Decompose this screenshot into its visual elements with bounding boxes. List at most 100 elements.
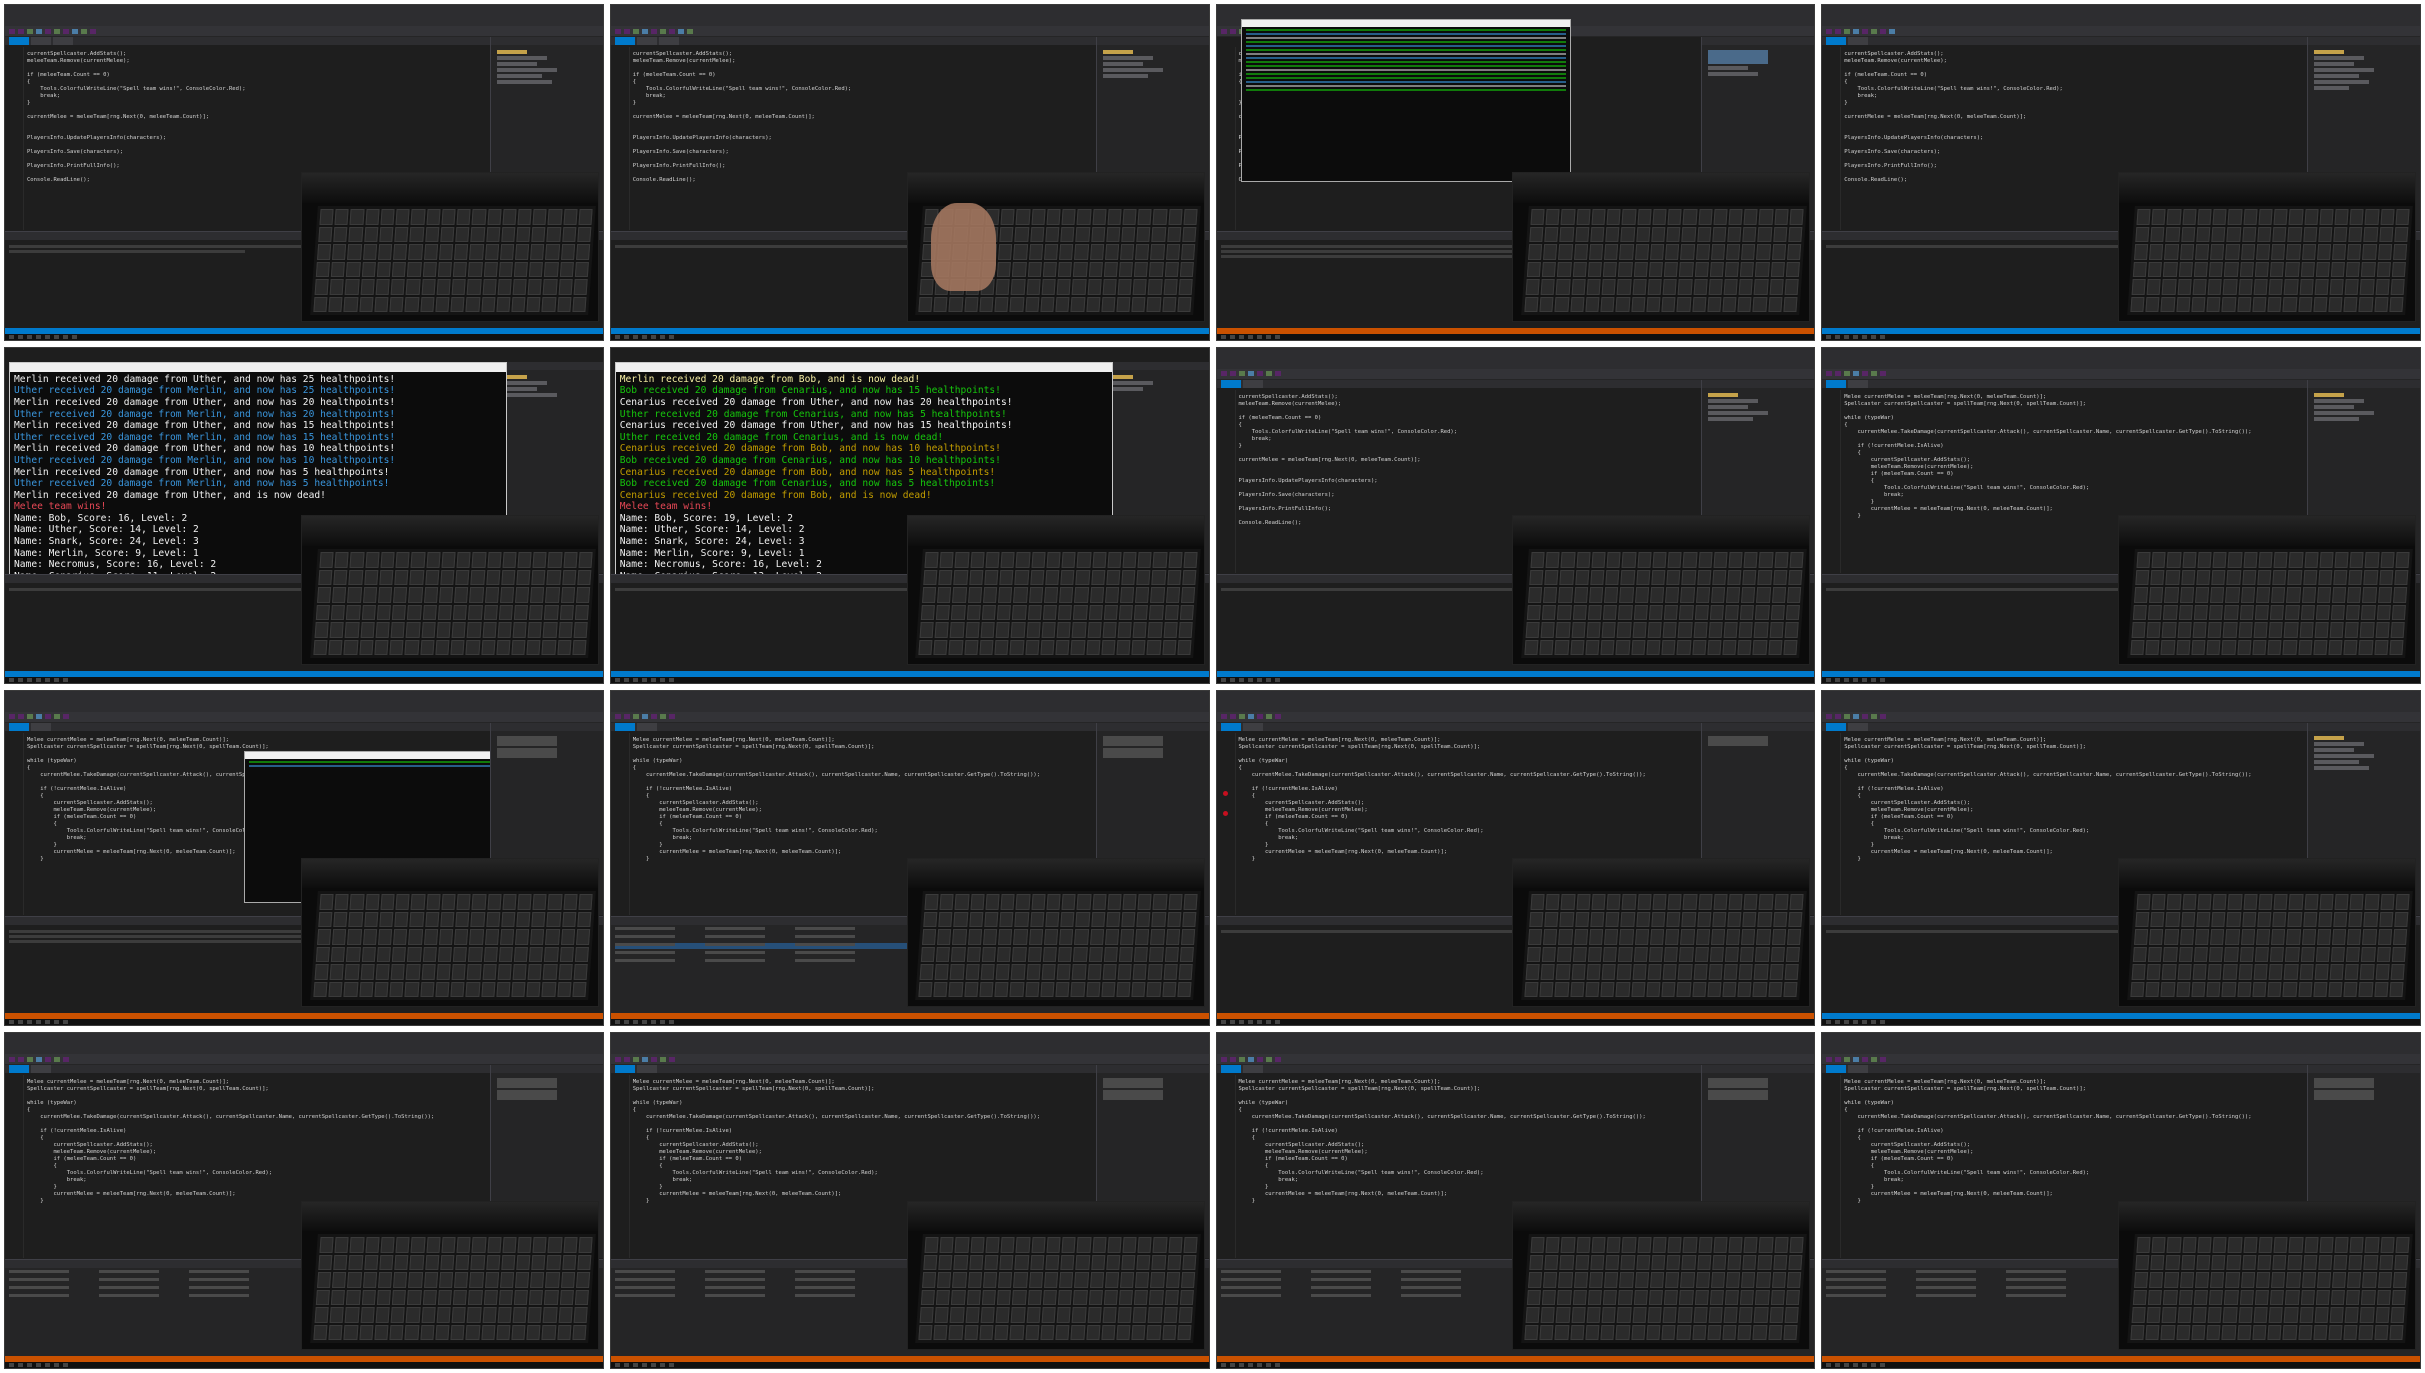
- menu-bar[interactable]: [610, 1044, 1209, 1055]
- keyboard-key: [1603, 1289, 1618, 1306]
- keyboard-key: [2314, 1307, 2329, 1323]
- taskbar[interactable]: [610, 1362, 1209, 1368]
- keyboard-key: [513, 604, 528, 620]
- editor-tabs[interactable]: [5, 37, 493, 45]
- code-line: Spellcaster currentSpellcaster = spellTe…: [632, 1086, 875, 1093]
- window-titlebar: [5, 690, 603, 702]
- keyboard-key: [330, 604, 346, 620]
- editor-tabs[interactable]: [1216, 722, 1705, 731]
- keyboard-key: [2162, 278, 2177, 295]
- taskbar[interactable]: [5, 333, 603, 340]
- menu-bar[interactable]: [5, 701, 603, 712]
- taskbar[interactable]: [1822, 676, 2420, 683]
- keyboard-key: [1693, 1307, 1708, 1323]
- keyboard-key: [2299, 964, 2314, 980]
- keyboard-key: [1774, 1237, 1789, 1253]
- menu-bar[interactable]: [1216, 358, 1815, 369]
- toolbar[interactable]: [5, 26, 603, 37]
- taskbar[interactable]: [610, 333, 1209, 340]
- menu-bar[interactable]: [1822, 358, 2420, 369]
- taskbar[interactable]: [1216, 676, 1815, 683]
- keyboard-key: [1572, 1289, 1588, 1306]
- toolbar[interactable]: [1216, 368, 1815, 380]
- taskbar[interactable]: [1822, 333, 2420, 340]
- keyboard-key: [1561, 894, 1576, 910]
- taskbar[interactable]: [5, 1019, 603, 1026]
- code-line: Tools.ColorfulWriteLine("Spell team wins…: [1844, 484, 2090, 491]
- keyboard-key: [314, 964, 329, 980]
- menu-bar[interactable]: [610, 701, 1209, 712]
- taskbar[interactable]: [5, 1362, 603, 1368]
- breakpoint-icon[interactable]: [1222, 790, 1228, 796]
- keyboard-key: [2211, 226, 2226, 242]
- taskbar[interactable]: [610, 676, 1209, 683]
- taskbar[interactable]: [1216, 1019, 1815, 1026]
- toolbar[interactable]: [1822, 711, 2420, 723]
- keyboard-key: [1753, 1324, 1768, 1341]
- editor-tabs[interactable]: [1822, 722, 2310, 731]
- console-window-small[interactable]: [1240, 19, 1572, 182]
- keyboard-key: [1695, 243, 1711, 260]
- keyboard-key: [1708, 1307, 1723, 1323]
- keyboard-key: [1600, 296, 1616, 312]
- toolbar[interactable]: [1822, 26, 2420, 37]
- toolbar[interactable]: [610, 1054, 1209, 1066]
- editor-tabs[interactable]: [1216, 379, 1705, 388]
- editor-tabs[interactable]: [1216, 1065, 1705, 1074]
- keyboard-key: [1013, 586, 1029, 603]
- code-line: {: [27, 1135, 44, 1142]
- code-line: if (meleeTeam.Count == 0): [1844, 72, 1928, 78]
- menu-bar[interactable]: [5, 16, 603, 26]
- menu-bar[interactable]: [1216, 1044, 1815, 1055]
- toolbar[interactable]: [1216, 711, 1815, 723]
- menu-bar[interactable]: [1822, 1044, 2420, 1055]
- console-line: Bob received 20 damage from Cenarius, an…: [619, 454, 1001, 466]
- code-line: meleeTeam.Remove(currentMelee);: [1844, 1149, 1974, 1156]
- taskbar[interactable]: [1216, 333, 1815, 340]
- keyboard-key: [965, 621, 981, 638]
- editor-tabs[interactable]: [1822, 37, 2310, 45]
- keyboard-key: [501, 208, 517, 225]
- editor-tabs[interactable]: [1822, 379, 2310, 388]
- keyboard-key: [333, 1254, 348, 1271]
- keyboard-key: [2288, 208, 2304, 225]
- toolbar[interactable]: [610, 711, 1209, 723]
- keyboard-key: [2197, 551, 2212, 568]
- toolbar[interactable]: [1822, 368, 2420, 380]
- taskbar[interactable]: [610, 1019, 1209, 1026]
- keyboard-key: [1527, 261, 1542, 277]
- editor-tabs[interactable]: [610, 722, 1099, 731]
- keyboard-key: [2330, 261, 2346, 277]
- menu-bar[interactable]: [1822, 16, 2420, 26]
- keyboard-key: [1120, 243, 1135, 260]
- keyboard-key: [1725, 604, 1740, 620]
- keyboard-key: [1722, 1324, 1737, 1341]
- toolbar[interactable]: [1216, 1054, 1815, 1066]
- editor-tabs[interactable]: [610, 1065, 1099, 1074]
- menu-bar[interactable]: [5, 1044, 603, 1055]
- menu-bar[interactable]: [1216, 701, 1815, 712]
- taskbar[interactable]: [1822, 1362, 2420, 1368]
- keyboard-key: [1104, 1289, 1119, 1306]
- editor-tabs[interactable]: [5, 1065, 493, 1074]
- taskbar[interactable]: [5, 676, 603, 683]
- keyboard-key: [2132, 1289, 2148, 1306]
- editor-tabs[interactable]: [5, 722, 493, 731]
- toolbar[interactable]: [5, 711, 603, 723]
- taskbar[interactable]: [1822, 1019, 2420, 1026]
- menu-bar[interactable]: [610, 16, 1209, 26]
- editor-tabs[interactable]: [610, 37, 1099, 45]
- keyboard-key: [441, 894, 456, 910]
- toolbar[interactable]: [1822, 1054, 2420, 1066]
- editor-tabs[interactable]: [1822, 1065, 2310, 1074]
- keyboard-key: [573, 964, 588, 980]
- keyboard-key: [1058, 1289, 1073, 1306]
- keyboard-key: [1755, 946, 1770, 963]
- toolbar[interactable]: [610, 26, 1209, 37]
- keyboard-key: [1740, 1289, 1755, 1306]
- menu-bar[interactable]: [1822, 701, 2420, 712]
- toolbar[interactable]: [5, 1054, 603, 1066]
- taskbar[interactable]: [1216, 1362, 1815, 1368]
- breakpoint-icon[interactable]: [1222, 810, 1228, 816]
